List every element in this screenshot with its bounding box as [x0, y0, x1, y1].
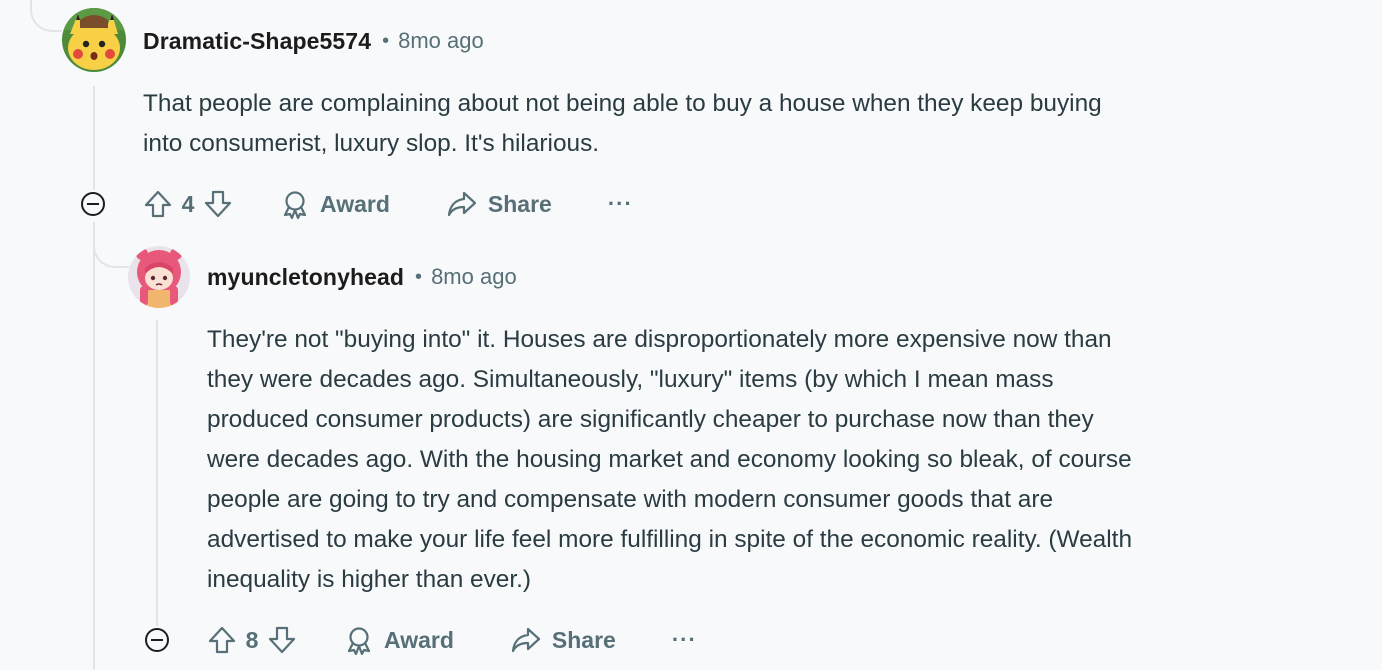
- pikachu-avatar-icon: [62, 8, 126, 72]
- upvote-button[interactable]: [142, 188, 174, 220]
- timestamp[interactable]: 8mo ago: [431, 264, 517, 290]
- comment-line: That people are complaining about not be…: [143, 90, 1102, 117]
- comment-meta: Dramatic-Shape5574 • 8mo ago: [143, 24, 484, 58]
- thread-line-parent: [93, 86, 95, 190]
- award-button[interactable]: Award: [280, 189, 390, 219]
- meta-separator: •: [382, 29, 390, 52]
- thread-line-reply: [156, 320, 158, 626]
- share-button[interactable]: Share: [510, 625, 616, 655]
- share-button[interactable]: Share: [446, 189, 552, 219]
- pink-hair-avatar-icon: [128, 246, 190, 308]
- minus-icon: [87, 202, 99, 206]
- timestamp[interactable]: 8mo ago: [398, 28, 484, 54]
- comment-actions: 4 Award Share ···: [142, 184, 633, 224]
- award-button[interactable]: Award: [344, 625, 454, 655]
- username[interactable]: Dramatic-Shape5574: [143, 28, 371, 55]
- comment-line: advertised to make your life feel more f…: [207, 526, 1133, 553]
- comment-line: inequality is higher than ever.): [207, 566, 532, 593]
- meta-separator: •: [415, 265, 423, 288]
- award-label: Award: [320, 190, 390, 217]
- comment-line: people are going to try and compensate w…: [207, 486, 1054, 513]
- avatar[interactable]: [62, 8, 126, 72]
- thread-branch: [93, 222, 129, 268]
- comment-line: were decades ago. With the housing marke…: [207, 446, 1132, 473]
- upvote-button[interactable]: [206, 624, 238, 656]
- collapse-thread-button[interactable]: [145, 628, 169, 652]
- more-options-button[interactable]: ···: [608, 191, 633, 217]
- thread-line-parent-lower: [93, 222, 95, 670]
- downvote-button[interactable]: [266, 624, 298, 656]
- minus-icon: [151, 638, 163, 642]
- share-label: Share: [551, 626, 616, 653]
- downvote-arrow-icon: [204, 190, 232, 218]
- upvote-arrow-icon: [208, 626, 236, 654]
- share-icon: [447, 191, 476, 217]
- award-icon: [347, 627, 371, 655]
- award-label: Award: [384, 626, 454, 653]
- downvote-button[interactable]: [202, 188, 234, 220]
- more-options-button[interactable]: ···: [672, 627, 697, 653]
- award-icon: [283, 191, 307, 219]
- comment-body: That people are complaining about not be…: [143, 84, 1343, 164]
- comment-actions: 8 Award Share ···: [206, 620, 697, 660]
- comment-line: they were decades ago. Simultaneously, "…: [207, 366, 1054, 393]
- comment-line: produced consumer products) are signific…: [207, 406, 1094, 433]
- username[interactable]: myuncletonyhead: [207, 264, 404, 291]
- comment-line: They're not "buying into" it. Houses are…: [207, 326, 1112, 353]
- thread-branch-top: [30, 0, 62, 32]
- comment-meta: myuncletonyhead • 8mo ago: [207, 260, 517, 294]
- avatar[interactable]: [128, 246, 190, 308]
- vote-count: 4: [181, 190, 195, 217]
- share-icon: [511, 627, 540, 653]
- collapse-thread-button[interactable]: [81, 192, 105, 216]
- downvote-arrow-icon: [268, 626, 296, 654]
- upvote-arrow-icon: [144, 190, 172, 218]
- vote-count: 8: [245, 626, 259, 653]
- share-label: Share: [487, 190, 552, 217]
- comment-body: They're not "buying into" it. Houses are…: [207, 320, 1367, 600]
- comment-line: into consumerist, luxury slop. It's hila…: [143, 130, 600, 157]
